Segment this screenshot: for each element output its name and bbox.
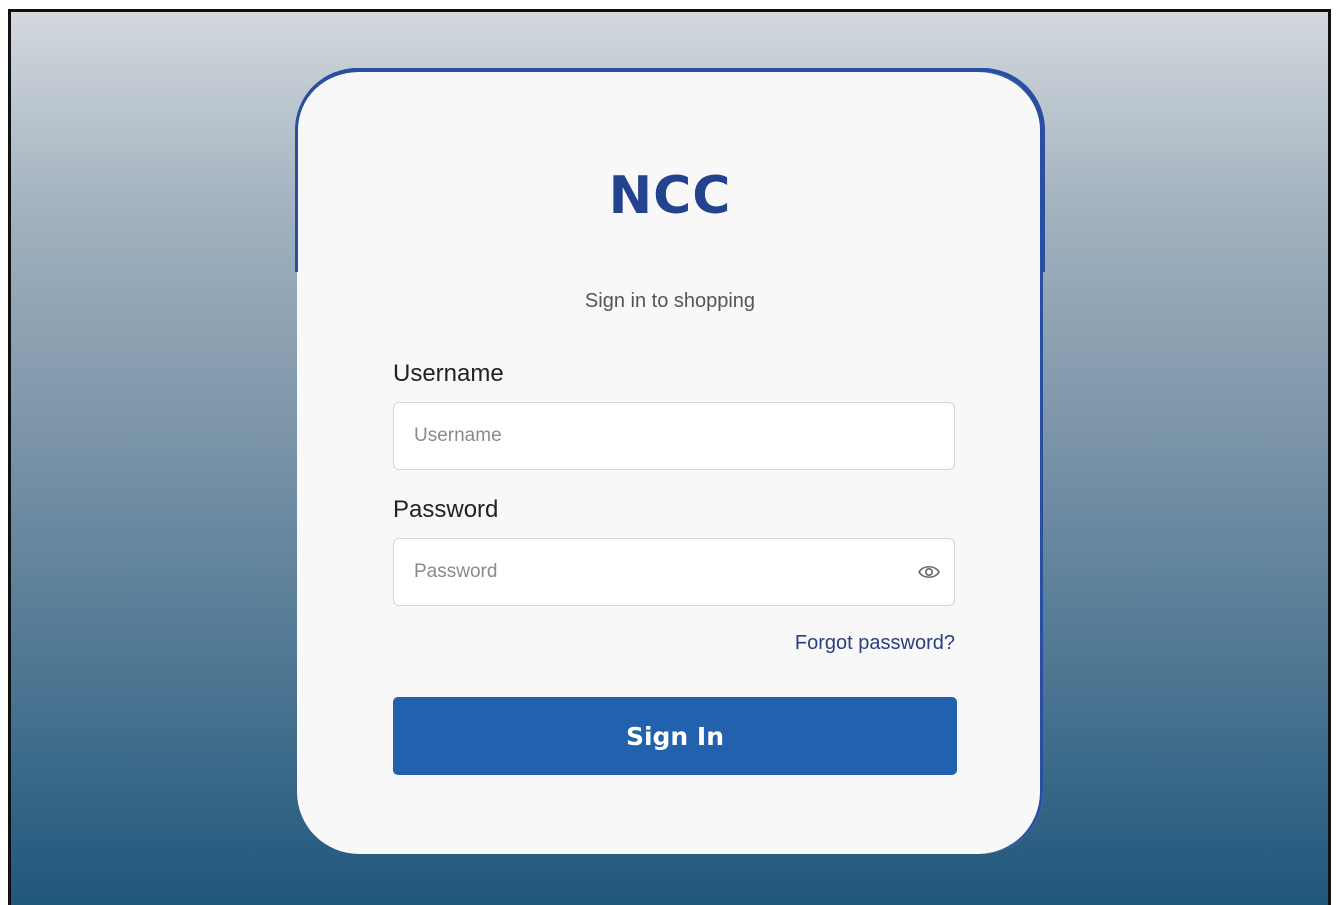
password-input[interactable]: [393, 538, 955, 606]
page-background: NCC Sign in to shopping Username Passwor…: [8, 9, 1331, 905]
username-label: Username: [393, 360, 504, 387]
forgot-password-link[interactable]: Forgot password?: [795, 632, 955, 655]
eye-icon[interactable]: [917, 562, 941, 582]
brand-logo: NCC: [608, 166, 732, 226]
page-subtitle: Sign in to shopping: [584, 290, 756, 312]
username-input[interactable]: [393, 402, 955, 470]
password-label: Password: [393, 496, 499, 523]
sign-in-button[interactable]: Sign In: [393, 697, 957, 775]
login-card: NCC Sign in to shopping Username Passwor…: [295, 68, 1045, 854]
